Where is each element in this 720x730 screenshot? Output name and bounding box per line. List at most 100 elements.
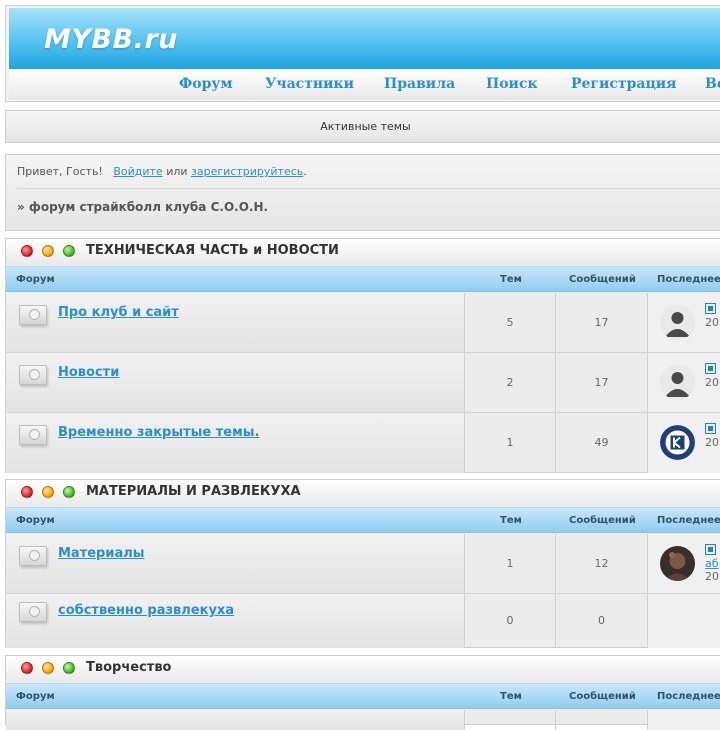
- orange-dot-icon: [42, 486, 54, 498]
- forum-row: Про клуб и сайт 5 17 20: [6, 293, 720, 353]
- topics-count: 0: [465, 594, 556, 648]
- go-to-post-icon[interactable]: [705, 544, 716, 555]
- site-logo[interactable]: MYBB.ru: [44, 24, 178, 55]
- last-post-cell: аб 20: [648, 534, 720, 593]
- col-forum: Форум: [16, 515, 55, 526]
- col-posts: Сообщений: [569, 691, 636, 702]
- category-header: МАТЕРИАЛЫ И РАЗВЛЕКУХА: [6, 480, 720, 506]
- forum-row: [6, 710, 720, 730]
- last-post-cell: 20: [648, 293, 720, 352]
- forum-icon: [19, 365, 47, 385]
- forum-cell: Новости: [6, 353, 465, 412]
- col-last: Последнее: [657, 515, 720, 526]
- login-link[interactable]: Войдите: [113, 165, 162, 178]
- silhouette-avatar[interactable]: [660, 365, 695, 400]
- forum-link[interactable]: Новости: [58, 365, 119, 380]
- forum-icon: [19, 305, 47, 325]
- active-topics-link[interactable]: Активные темы: [320, 120, 411, 133]
- posts-count: 0: [556, 594, 648, 648]
- last-post-cell: [648, 710, 720, 730]
- last-post-author[interactable]: аб: [705, 557, 719, 570]
- forum-cell: [6, 710, 465, 730]
- nav-search[interactable]: Поиск: [486, 76, 538, 92]
- forum-link[interactable]: Временно закрытые темы.: [58, 425, 259, 440]
- nav-login[interactable]: Во: [705, 76, 720, 92]
- forum-link[interactable]: собственно развлекуха: [58, 603, 234, 618]
- last-post-date: 20: [705, 570, 719, 583]
- col-forum: Форум: [16, 274, 55, 285]
- column-header: Форум Тем Сообщений Последнее: [6, 683, 720, 709]
- green-dot-icon: [63, 245, 75, 257]
- col-posts: Сообщений: [569, 274, 636, 285]
- category-creativity: Творчество Форум Тем Сообщений Последнее: [5, 655, 720, 730]
- go-to-post-icon[interactable]: [705, 363, 716, 374]
- divider: [17, 188, 720, 189]
- topics-count: 1: [465, 413, 556, 473]
- forum-link[interactable]: Про клуб и сайт: [58, 305, 179, 320]
- posts-count: [556, 710, 648, 730]
- category-title: МАТЕРИАЛЫ И РАЗВЛЕКУХА: [86, 484, 301, 499]
- silhouette-avatar[interactable]: [660, 305, 695, 340]
- go-to-post-icon[interactable]: [705, 423, 716, 434]
- col-last: Последнее: [657, 691, 720, 702]
- topics-count: 5: [465, 293, 556, 352]
- guest-greeting: Привет, Гость! Войдите или зарегистрируй…: [17, 165, 307, 178]
- category-header: ТЕХНИЧЕСКАЯ ЧАСТЬ и НОВОСТИ: [6, 239, 720, 265]
- last-post-date: 20: [705, 436, 719, 449]
- breadcrumb[interactable]: » форум страйкболл клуба С.О.О.Н.: [17, 200, 268, 214]
- period-text: .: [303, 165, 307, 178]
- forum-row: Материалы 1 12 аб 20: [6, 534, 720, 594]
- col-topics: Тем: [500, 691, 522, 702]
- category-tech-news: ТЕХНИЧЕСКАЯ ЧАСТЬ и НОВОСТИ Форум Тем Со…: [5, 238, 720, 473]
- site-header: MYBB.ru Форум Участники Правила Поиск Ре…: [5, 5, 720, 102]
- forum-row: Новости 2 17 20: [6, 353, 720, 413]
- column-header: Форум Тем Сообщений Последнее: [6, 266, 720, 292]
- red-dot-icon: [21, 486, 33, 498]
- nav-register[interactable]: Регистрация: [571, 76, 677, 92]
- forum-icon: [19, 602, 47, 622]
- posts-count: 17: [556, 353, 648, 412]
- last-post-date: 20: [705, 376, 719, 389]
- posts-count: 17: [556, 293, 648, 352]
- forum-icon: [19, 425, 47, 445]
- col-topics: Тем: [500, 515, 522, 526]
- forum-cell: Про клуб и сайт: [6, 293, 465, 352]
- col-posts: Сообщений: [569, 515, 636, 526]
- forum-icon: [19, 546, 47, 566]
- nav-rules[interactable]: Правила: [384, 76, 455, 92]
- last-post-cell: 20: [648, 353, 720, 412]
- posts-count: 49: [556, 413, 648, 473]
- topics-count: [465, 710, 556, 730]
- category-title: ТЕХНИЧЕСКАЯ ЧАСТЬ и НОВОСТИ: [86, 243, 339, 258]
- green-dot-icon: [63, 662, 75, 674]
- go-to-post-icon[interactable]: [705, 303, 716, 314]
- last-post-cell: 20: [648, 413, 720, 473]
- forum-link[interactable]: Материалы: [58, 546, 145, 561]
- forum-row: собственно развлекуха 0 0: [6, 594, 720, 648]
- club-logo-avatar[interactable]: [660, 425, 695, 460]
- topics-count: 2: [465, 353, 556, 412]
- welcome-panel: Привет, Гость! Войдите или зарегистрируй…: [5, 154, 720, 231]
- last-post-cell: [648, 594, 720, 648]
- forum-row: Временно закрытые темы. 1 49 20: [6, 413, 720, 473]
- forum-cell: Временно закрытые темы.: [6, 413, 465, 473]
- posts-count: 12: [556, 534, 648, 593]
- or-text: или: [166, 165, 188, 178]
- forum-cell: Материалы: [6, 534, 465, 593]
- last-post-date: 20: [705, 316, 719, 329]
- category-materials: МАТЕРИАЛЫ И РАЗВЛЕКУХА Форум Тем Сообщен…: [5, 479, 720, 648]
- topics-count: 1: [465, 534, 556, 593]
- nav-members[interactable]: Участники: [265, 76, 354, 92]
- nav-forum[interactable]: Форум: [179, 76, 233, 92]
- orange-dot-icon: [42, 245, 54, 257]
- column-header: Форум Тем Сообщений Последнее: [6, 507, 720, 533]
- col-last: Последнее: [657, 274, 720, 285]
- photo-avatar[interactable]: [660, 546, 695, 581]
- col-forum: Форум: [16, 691, 55, 702]
- green-dot-icon: [63, 486, 75, 498]
- red-dot-icon: [21, 662, 33, 674]
- main-nav: Форум Участники Правила Поиск Регистраци…: [9, 70, 720, 100]
- orange-dot-icon: [42, 662, 54, 674]
- red-dot-icon: [21, 245, 33, 257]
- register-link[interactable]: зарегистрируйтесь: [191, 165, 303, 178]
